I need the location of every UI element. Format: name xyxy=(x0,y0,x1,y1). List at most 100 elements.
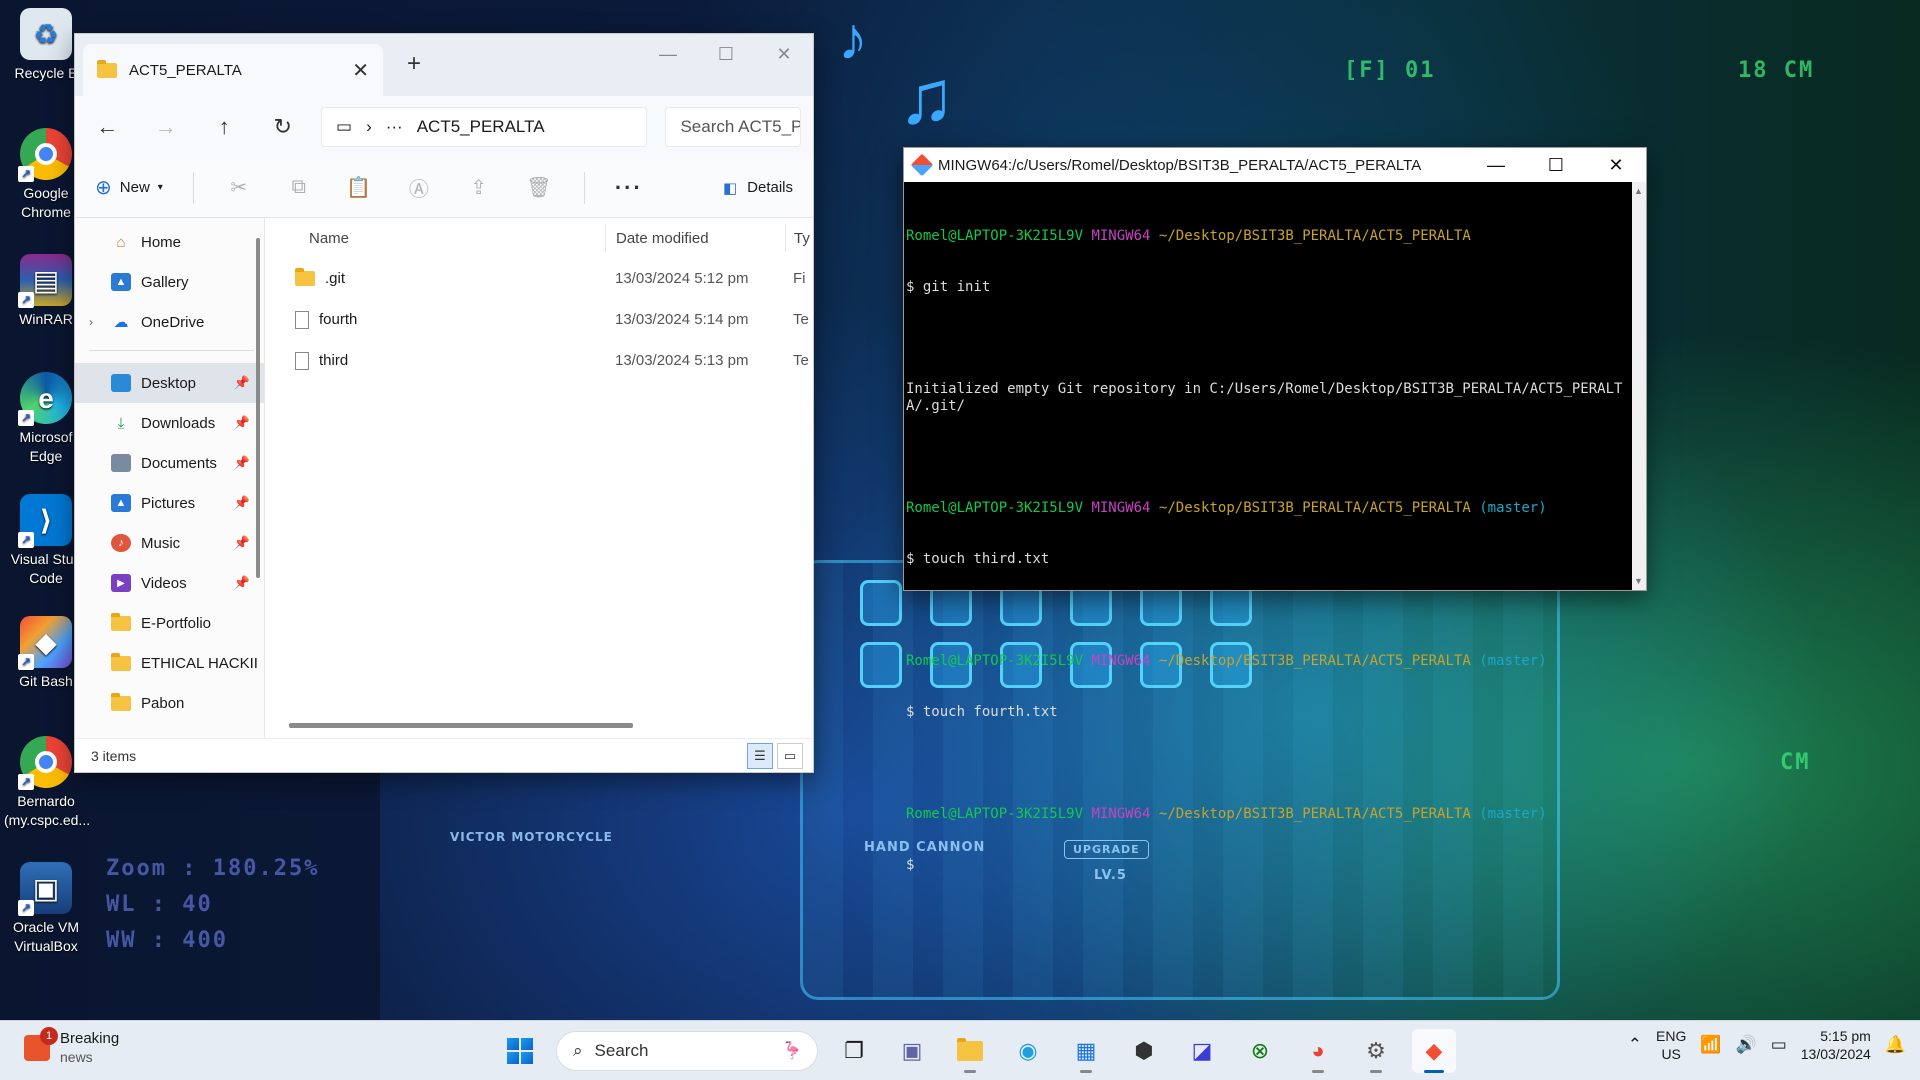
taskbar: 1 Breaking news ⌕ Search 🦩 ❐ ▣ ◉ ▦ ⬢ ◪ ⊗… xyxy=(0,1020,1920,1080)
notification-bell-icon[interactable]: 🔔 xyxy=(1885,1035,1906,1055)
git-bash-icon: ◆ xyxy=(1425,1038,1443,1063)
news-subtitle: news xyxy=(60,1049,93,1065)
nav-scrollbar[interactable] xyxy=(256,238,260,578)
nav-item-videos[interactable]: ▶ Videos 📌 xyxy=(75,563,264,603)
desktop-icon-virtualbox[interactable]: ▣ ↗ Oracle VM VirtualBox xyxy=(4,862,88,956)
taskbar-search[interactable]: ⌕ Search 🦩 xyxy=(556,1031,818,1071)
details-button[interactable]: ◧ Details xyxy=(723,179,793,197)
wallpaper-wl: WL : 40 xyxy=(106,892,213,917)
terminal-scrollbar[interactable]: ▲ ▼ xyxy=(1632,182,1646,590)
battery-icon[interactable]: ▭ xyxy=(1771,1035,1787,1055)
rename-icon[interactable]: Ⓐ xyxy=(404,173,434,202)
nav-item-ethical-hacking[interactable]: ETHICAL HACKII xyxy=(75,643,264,683)
scroll-down-icon[interactable]: ▼ xyxy=(1634,576,1643,586)
chevron-right-icon[interactable]: › xyxy=(366,117,372,137)
nav-item-desktop[interactable]: Desktop 📌 xyxy=(75,363,264,403)
more-options-icon[interactable]: ··· xyxy=(615,175,643,201)
prompt-env: MINGW64 xyxy=(1091,806,1151,822)
cut-icon[interactable]: ✂ xyxy=(224,175,254,200)
explorer-tab-title: ACT5_PERALTA xyxy=(129,61,242,79)
wifi-icon[interactable]: 📶 xyxy=(1700,1035,1721,1055)
music-notes-icon: ♫ xyxy=(898,55,955,140)
nav-item-pabon[interactable]: Pabon xyxy=(75,683,264,723)
nav-item-pictures[interactable]: ▲ Pictures 📌 xyxy=(75,483,264,523)
pin-icon[interactable]: 📌 xyxy=(234,415,250,431)
delete-icon[interactable]: 🗑 xyxy=(524,175,554,200)
minimize-button[interactable]: — xyxy=(1466,148,1526,182)
xbox-icon: ⊗ xyxy=(1250,1038,1270,1063)
file-list-scrollbar[interactable] xyxy=(289,723,633,728)
share-icon[interactable]: ⇪ xyxy=(464,175,494,200)
taskbar-unity[interactable]: ⬢ xyxy=(1122,1029,1166,1073)
taskbar-edge[interactable]: ◉ xyxy=(1006,1029,1050,1073)
refresh-button[interactable]: ↻ xyxy=(263,107,304,147)
new-button[interactable]: ⊕ New ▾ xyxy=(95,175,163,200)
nav-item-documents[interactable]: Documents 📌 xyxy=(75,443,264,483)
maximize-button[interactable]: ☐ xyxy=(697,34,755,74)
back-button[interactable]: ← xyxy=(87,107,128,147)
pin-icon[interactable]: 📌 xyxy=(234,455,250,471)
tab-close-icon[interactable]: ✕ xyxy=(352,58,369,83)
nav-item-music[interactable]: ♪ Music 📌 xyxy=(75,523,264,563)
tiles-view-icon[interactable]: ▭ xyxy=(777,743,803,769)
nav-item-onedrive[interactable]: › ☁ OneDrive xyxy=(75,302,264,342)
taskbar-xbox[interactable]: ⊗ xyxy=(1238,1029,1282,1073)
search-input[interactable]: Search ACT5_PE xyxy=(665,107,802,147)
chrome-profile-icon: ↗ xyxy=(18,736,72,790)
column-header-date[interactable]: Date modified xyxy=(605,224,785,252)
close-button[interactable]: ✕ xyxy=(1586,148,1646,182)
column-header-type[interactable]: Ty xyxy=(785,224,810,252)
pin-icon[interactable]: 📌 xyxy=(234,575,250,591)
pin-icon[interactable]: 📌 xyxy=(234,495,250,511)
start-button[interactable] xyxy=(498,1029,542,1073)
nav-item-gallery[interactable]: ▲ Gallery xyxy=(75,262,264,302)
volume-icon[interactable]: 🔊 xyxy=(1736,1035,1757,1055)
chevron-up-icon[interactable]: ⌃ xyxy=(1628,1035,1642,1055)
pin-icon[interactable]: 📌 xyxy=(234,375,250,391)
maximize-button[interactable]: ☐ xyxy=(1526,148,1586,182)
up-button[interactable]: ↑ xyxy=(204,107,245,147)
git-logo-icon xyxy=(910,153,934,177)
taskbar-store[interactable]: ▦ xyxy=(1064,1029,1108,1073)
language-indicator[interactable]: ENG US xyxy=(1656,1027,1686,1063)
file-date: 13/03/2024 5:12 pm xyxy=(615,270,749,287)
nav-item-home[interactable]: ⌂ Home xyxy=(75,222,264,262)
toolbar-divider xyxy=(192,171,194,204)
details-view-icon[interactable]: ☰ xyxy=(747,743,773,769)
forward-button[interactable]: → xyxy=(146,107,187,147)
clock[interactable]: 5:15 pm 13/03/2024 xyxy=(1801,1027,1871,1063)
desktop-icon-label: Git Bash xyxy=(19,673,73,689)
paste-icon[interactable]: 📋 xyxy=(344,175,374,200)
prompt-path: ~/Desktop/BSIT3B_PERALTA/ACT5_PERALTA xyxy=(1158,500,1471,516)
column-header-name[interactable]: Name xyxy=(265,230,605,247)
taskbar-task-view[interactable]: ❐ xyxy=(832,1029,876,1073)
explorer-tab[interactable]: ACT5_PERALTA ✕ xyxy=(83,44,383,96)
address-bar[interactable]: ▭ › ··· ACT5_PERALTA xyxy=(321,107,648,147)
taskbar-stats[interactable]: ◪ xyxy=(1180,1029,1224,1073)
file-row-git[interactable]: .git 13/03/2024 5:12 pm Fi xyxy=(265,258,813,299)
close-button[interactable]: ✕ xyxy=(755,34,813,74)
terminal-output[interactable]: Romel@LAPTOP-3K2I5L9V MINGW64 ~/Desktop/… xyxy=(904,182,1632,873)
chevron-right-icon[interactable]: › xyxy=(89,315,93,329)
scroll-up-icon[interactable]: ▲ xyxy=(1634,186,1643,196)
new-tab-button[interactable]: + xyxy=(407,50,421,78)
file-row-third[interactable]: third 13/03/2024 5:13 pm Te xyxy=(265,340,813,381)
taskbar-git-bash[interactable]: ◆ xyxy=(1412,1029,1456,1073)
ellipsis-icon[interactable]: ··· xyxy=(386,117,403,137)
details-button-label: Details xyxy=(747,179,793,196)
taskbar-settings[interactable]: ⚙ xyxy=(1354,1029,1398,1073)
taskbar-teams[interactable]: ▣ xyxy=(890,1029,934,1073)
nav-item-downloads[interactable]: ⤓ Downloads 📌 xyxy=(75,403,264,443)
prompt-path: ~/Desktop/BSIT3B_PERALTA/ACT5_PERALTA xyxy=(1158,806,1471,822)
copy-icon[interactable]: ⧉ xyxy=(284,176,314,199)
file-row-fourth[interactable]: fourth 13/03/2024 5:14 pm Te xyxy=(265,299,813,340)
taskbar-file-explorer[interactable] xyxy=(948,1029,992,1073)
file-type: Fi xyxy=(793,270,806,287)
pin-icon[interactable]: 📌 xyxy=(234,535,250,551)
news-widget[interactable]: 1 Breaking news xyxy=(24,1027,119,1067)
taskbar-chrome[interactable]: ◕ xyxy=(1296,1029,1340,1073)
edge-icon: e ↗ xyxy=(18,372,72,426)
onedrive-icon: ☁ xyxy=(113,314,129,331)
minimize-button[interactable]: — xyxy=(639,34,697,74)
nav-item-e-portfolio[interactable]: E-Portfolio xyxy=(75,603,264,643)
